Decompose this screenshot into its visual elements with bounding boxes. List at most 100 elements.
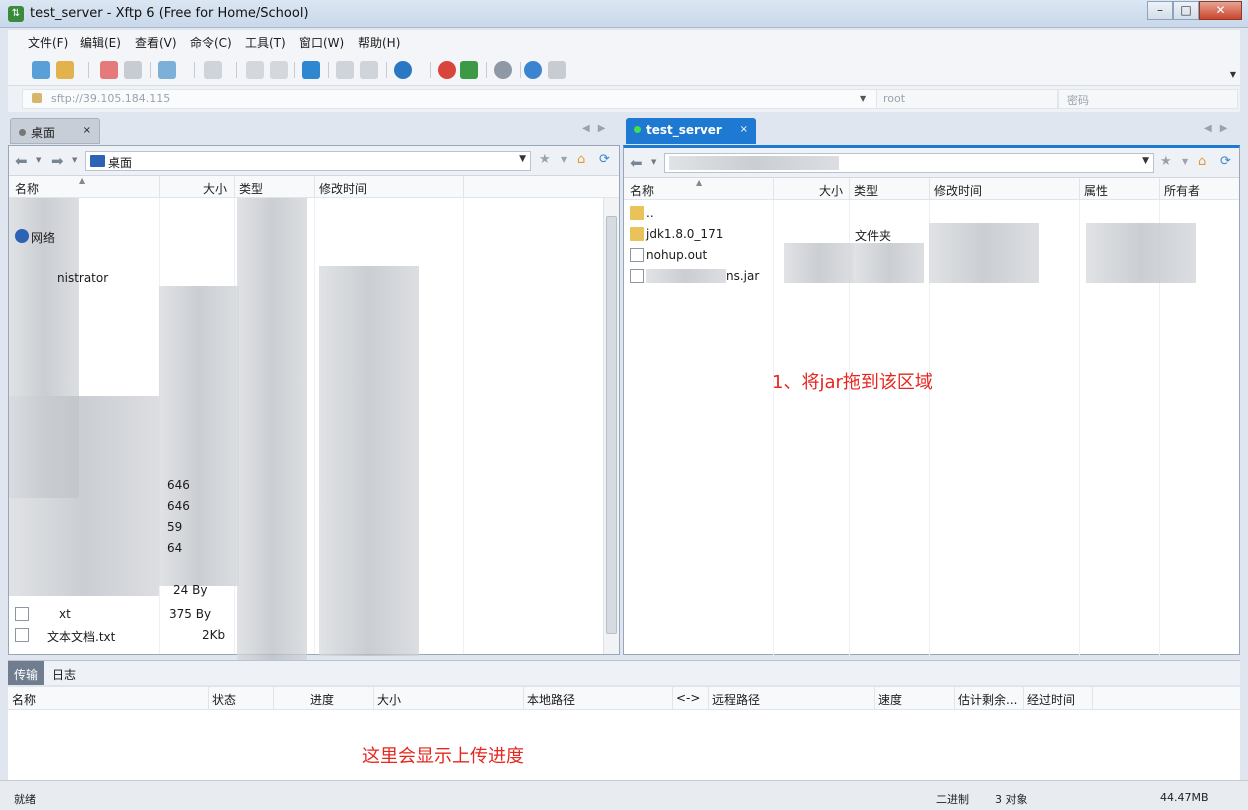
chat-icon[interactable]: [548, 61, 566, 79]
col-size[interactable]: 大小: [377, 691, 401, 708]
play-icon[interactable]: [204, 61, 222, 79]
refresh-icon[interactable]: [360, 61, 378, 79]
chevron-down-icon[interactable]: ▼: [860, 94, 866, 103]
star-icon[interactable]: ★: [1160, 155, 1176, 169]
col-eta[interactable]: 估计剩余...: [958, 691, 1017, 708]
col-modified[interactable]: 修改时间: [319, 180, 367, 197]
left-tab-scroll-icon[interactable]: ◀▶: [582, 123, 613, 134]
xshell-icon[interactable]: [438, 61, 456, 79]
forward-arrow-icon[interactable]: ➡: [51, 152, 64, 170]
chevron-down-icon[interactable]: ▼: [1142, 156, 1149, 166]
copy-icon[interactable]: [246, 61, 264, 79]
menu-command[interactable]: 命令(C): [190, 34, 232, 51]
transfer-column-header: 名称 状态 进度 大小 本地路径 <-> 远程路径 速度 估计剩余... 经过时…: [8, 686, 1240, 711]
forward-history-icon[interactable]: ▼: [72, 156, 77, 164]
tab-close-icon[interactable]: ×: [740, 124, 748, 135]
col-type[interactable]: 类型: [239, 180, 263, 197]
col-name[interactable]: 名称: [15, 180, 39, 197]
remote-file-pane: ⬅ ▼ ▼ ★ ▼ ⌂ ⟳ 名称 ▲ 大小 类型 修改时间 属性 所有者 ..: [623, 145, 1240, 656]
menu-edit[interactable]: 编辑(E): [80, 34, 121, 51]
file-name: ..: [646, 206, 654, 220]
col-size[interactable]: 大小: [203, 180, 227, 197]
back-arrow-icon[interactable]: ⬅: [630, 154, 643, 172]
col-direction[interactable]: <->: [676, 691, 700, 705]
star-icon[interactable]: ★: [539, 153, 555, 167]
col-status[interactable]: 状态: [212, 691, 236, 708]
col-attributes[interactable]: 属性: [1084, 182, 1108, 199]
home-icon[interactable]: ⌂: [577, 153, 593, 167]
tab-desktop[interactable]: 桌面 ×: [10, 118, 100, 144]
right-tab-scroll-icon[interactable]: ◀▶: [1204, 123, 1235, 134]
col-speed[interactable]: 速度: [878, 691, 902, 708]
col-progress[interactable]: 进度: [310, 691, 334, 708]
paste-icon[interactable]: [270, 61, 288, 79]
col-type[interactable]: 类型: [854, 182, 878, 199]
col-local-path[interactable]: 本地路径: [527, 691, 575, 708]
col-size[interactable]: 大小: [819, 182, 843, 199]
chevron-down-icon[interactable]: ▼: [519, 154, 526, 164]
transfer-icon[interactable]: [302, 61, 320, 79]
transfer-tab-bar: 传输 日志: [8, 660, 1240, 685]
username-input[interactable]: root: [876, 89, 1058, 109]
chevron-down-icon[interactable]: ▼: [1182, 155, 1198, 169]
menu-file[interactable]: 文件(F): [28, 34, 68, 51]
properties-icon[interactable]: [336, 61, 354, 79]
close-button[interactable]: ✕: [1199, 1, 1242, 20]
help-icon[interactable]: [524, 61, 542, 79]
list-item[interactable]: 文本文档.txt 2Kb: [9, 625, 239, 646]
reconnect-icon[interactable]: [124, 61, 142, 79]
col-remote-path[interactable]: 远程路径: [712, 691, 760, 708]
list-item[interactable]: 网络: [9, 226, 159, 247]
new-session-icon[interactable]: [32, 61, 50, 79]
tab-close-icon[interactable]: ×: [83, 125, 91, 136]
maximize-button[interactable]: □: [1173, 1, 1199, 20]
menu-view[interactable]: 查看(V): [135, 34, 177, 51]
xftp-icon[interactable]: [460, 61, 478, 79]
back-history-icon[interactable]: ▼: [36, 156, 41, 164]
tab-transfers[interactable]: 传输: [8, 661, 45, 685]
col-elapsed[interactable]: 经过时间: [1027, 691, 1075, 708]
open-folder-icon[interactable]: [56, 61, 74, 79]
menu-help[interactable]: 帮助(H): [358, 34, 400, 51]
disconnect-icon[interactable]: [100, 61, 118, 79]
window-title: test_server - Xftp 6 (Free for Home/Scho…: [30, 6, 309, 21]
table-row[interactable]: nohup.out: [624, 245, 1224, 266]
refresh-icon[interactable]: ⟳: [1220, 155, 1236, 169]
tab-test-server[interactable]: test_server ×: [626, 118, 756, 144]
menu-window[interactable]: 窗口(W): [299, 34, 344, 51]
transfer-list[interactable]: 这里会显示上传进度: [8, 710, 1240, 780]
remote-path-input[interactable]: ▼: [664, 153, 1154, 173]
remote-path-bar: ⬅ ▼ ▼ ★ ▼ ⌂ ⟳: [624, 148, 1239, 178]
host-input[interactable]: sftp://39.105.184.115: [22, 89, 880, 109]
remote-column-header: 名称 ▲ 大小 类型 修改时间 属性 所有者: [624, 178, 1239, 200]
lock-icon: [32, 93, 42, 103]
back-history-icon[interactable]: ▼: [651, 158, 656, 166]
scroll-thumb[interactable]: [606, 216, 617, 634]
local-path-input[interactable]: 桌面 ▼: [85, 151, 531, 171]
table-row[interactable]: jdk1.8.0_171 文件夹: [624, 224, 1224, 245]
minimize-button[interactable]: –: [1147, 1, 1173, 20]
toolbar-overflow-icon[interactable]: ▼: [1230, 70, 1236, 79]
gear-icon[interactable]: [494, 61, 512, 79]
back-arrow-icon[interactable]: ⬅: [15, 152, 28, 170]
table-row[interactable]: ..: [624, 203, 1224, 224]
col-name[interactable]: 名称: [12, 691, 36, 708]
local-scrollbar[interactable]: [603, 198, 619, 654]
list-item[interactable]: xt 375 By: [9, 604, 239, 625]
new-folder-icon[interactable]: [158, 61, 176, 79]
refresh-icon[interactable]: ⟳: [599, 153, 615, 167]
col-owner[interactable]: 所有者: [1164, 182, 1200, 199]
tab-log[interactable]: 日志: [46, 661, 82, 685]
size-cell: 59: [167, 520, 183, 534]
list-item[interactable]: nistrator: [9, 268, 159, 289]
chevron-down-icon[interactable]: ▼: [561, 153, 577, 167]
home-icon[interactable]: ⌂: [1198, 155, 1214, 169]
file-name: xt: [59, 607, 71, 621]
col-modified[interactable]: 修改时间: [934, 182, 982, 199]
globe-icon[interactable]: [394, 61, 412, 79]
file-name: ns.jar: [726, 269, 760, 283]
password-input[interactable]: 密码: [1058, 89, 1238, 109]
menu-tools[interactable]: 工具(T): [245, 34, 286, 51]
table-row[interactable]: ns.jar: [624, 266, 1224, 287]
col-name[interactable]: 名称: [630, 182, 654, 199]
